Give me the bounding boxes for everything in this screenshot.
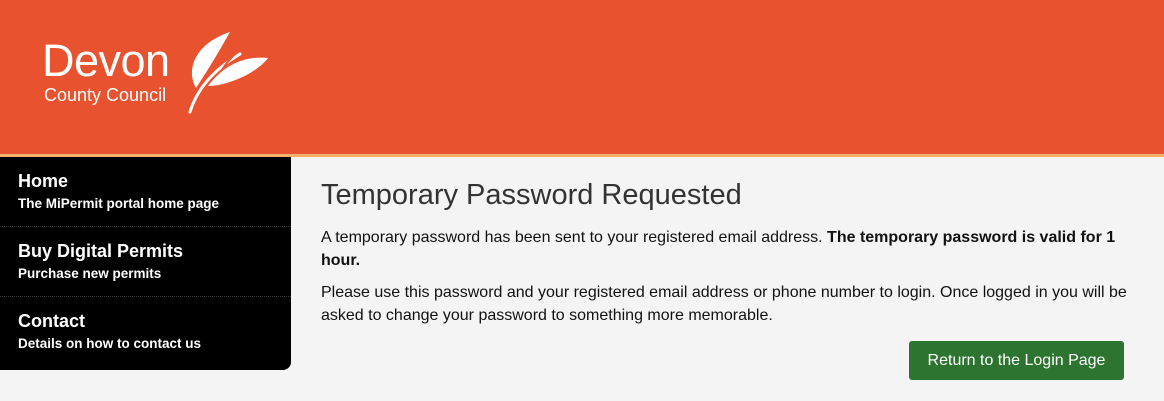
leaf-icon <box>188 32 268 114</box>
login-instructions: Please use this password and your regist… <box>321 284 1127 324</box>
sidebar-item-description: The MiPermit portal home page <box>18 196 220 211</box>
sidebar-item-description: Details on how to contact us <box>18 336 202 351</box>
logo-name: Devon <box>42 35 170 86</box>
sidebar-nav: Home The MiPermit portal home page Buy D… <box>0 157 291 370</box>
page-title: Temporary Password Requested <box>321 179 742 211</box>
site-header: Devon County Council <box>0 0 1164 154</box>
logo-subtitle: County Council <box>44 85 167 105</box>
main-content: Temporary Password Requested A temporary… <box>321 178 1141 327</box>
sidebar-item-buy-digital-permits[interactable]: Buy Digital Permits Purchase new permits <box>0 227 291 297</box>
confirmation-text: A temporary password has been sent to yo… <box>321 229 828 246</box>
return-to-login-button[interactable]: Return to the Login Page <box>909 341 1124 380</box>
sidebar-item-title: Buy Digital Permits <box>18 241 184 261</box>
sidebar-item-contact[interactable]: Contact Details on how to contact us <box>0 297 291 367</box>
devon-county-council-logo[interactable]: Devon County Council <box>42 30 282 116</box>
sidebar-item-description: Purchase new permits <box>18 266 162 281</box>
sidebar-item-title: Home <box>18 171 69 191</box>
confirmation-message: A temporary password has been sent to yo… <box>321 226 1141 272</box>
sidebar-item-title: Contact <box>18 311 85 331</box>
sidebar-item-home[interactable]: Home The MiPermit portal home page <box>0 157 291 227</box>
